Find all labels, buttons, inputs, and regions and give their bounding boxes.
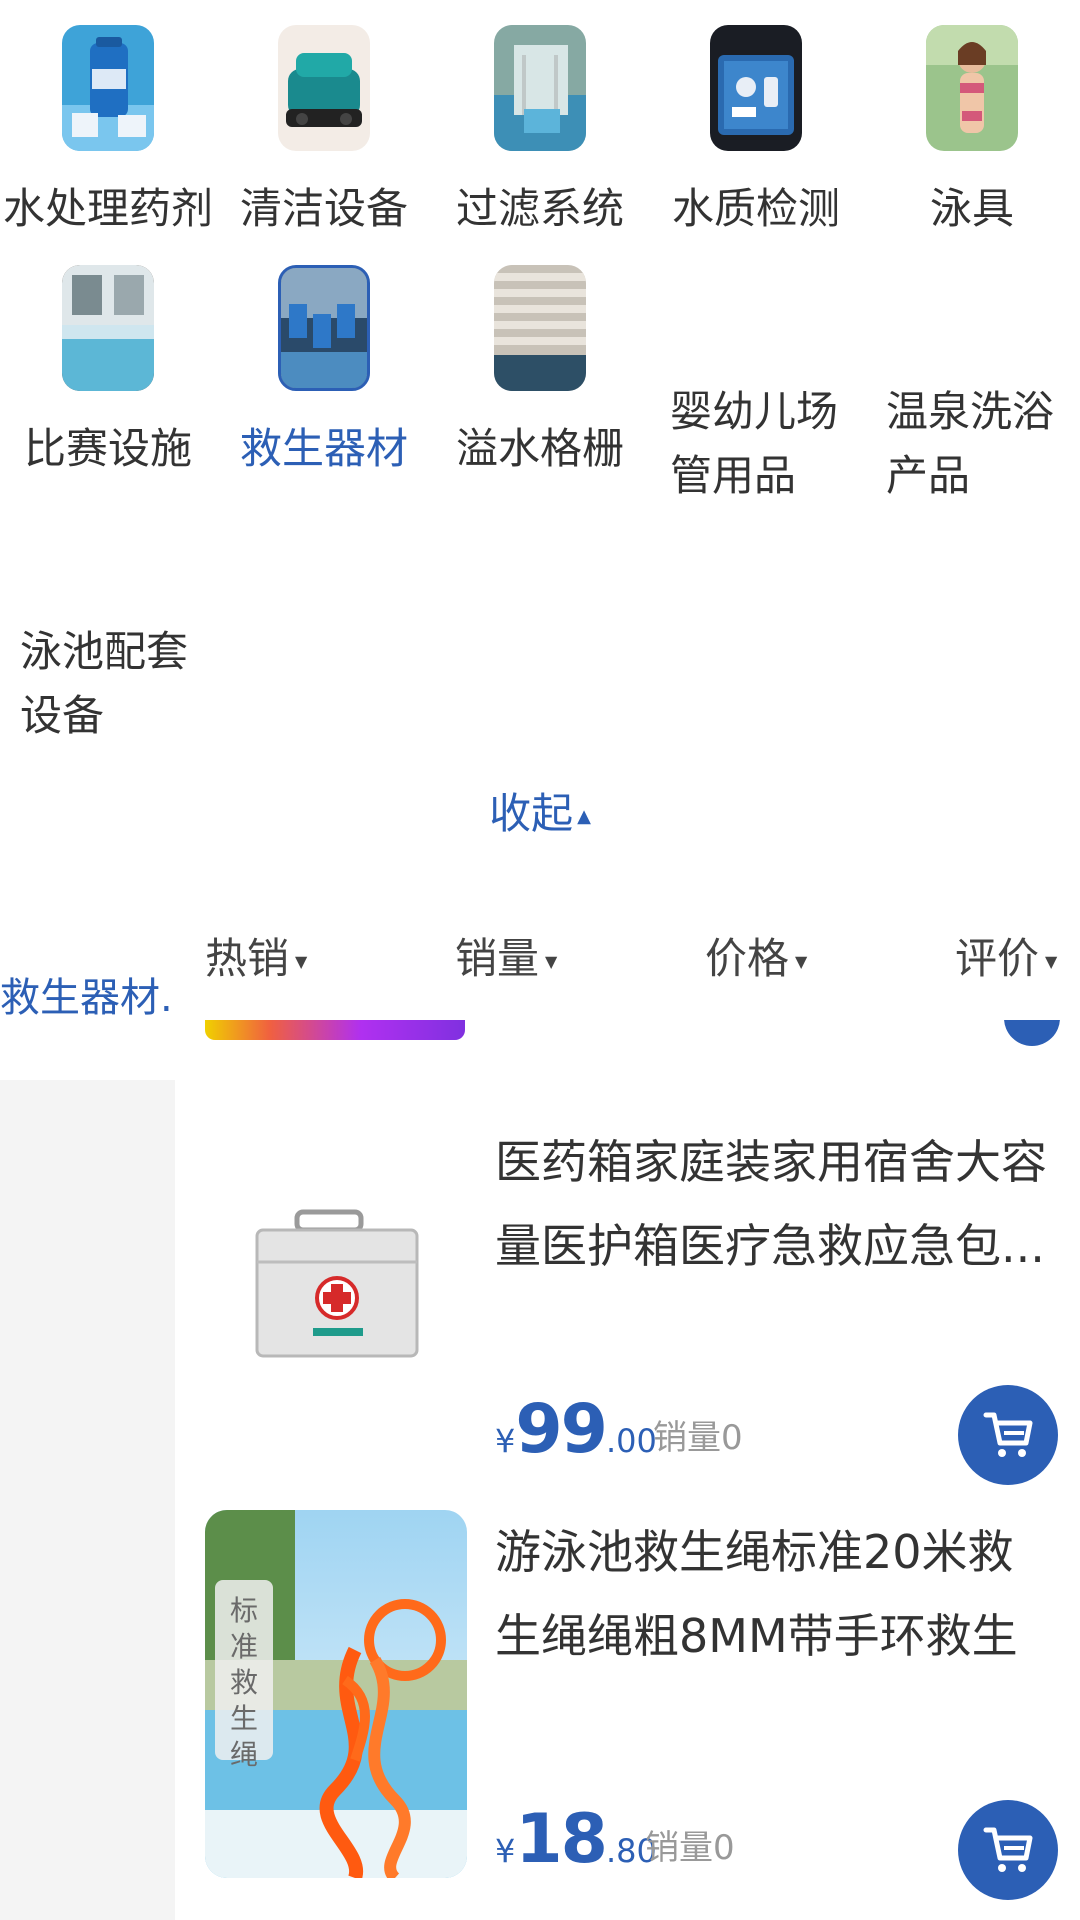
cart-button-partial[interactable]	[1004, 1020, 1060, 1046]
product-item[interactable]: 医药箱家庭装家用宿舍大容量医护箱医疗急救应急包... ¥99.00 销量0	[175, 1090, 1080, 1485]
sort-bar: 救生器材... 热销 ▼ 销量 ▼ 价格 ▼ 评价 ▼	[0, 905, 1080, 1035]
cart-icon	[983, 1827, 1033, 1872]
category-pool-equipment[interactable]: 泳池配套设备	[10, 620, 226, 748]
category-competition[interactable]: 比赛设施	[0, 265, 216, 473]
category-filter[interactable]: 过滤系统	[432, 25, 648, 233]
category-lifesaving[interactable]: 救生器材	[216, 265, 432, 473]
current-category-label[interactable]: 救生器材...	[0, 965, 170, 1023]
price-decimal: .00	[606, 1422, 657, 1460]
chevron-up-icon: ▲	[577, 806, 591, 827]
svg-text:准: 准	[230, 1630, 258, 1663]
category-label: 温泉洗浴产品	[886, 387, 1055, 500]
caret-down-icon: ▼	[795, 952, 808, 971]
sort-sales[interactable]: 销量 ▼	[455, 925, 557, 986]
category-water-treatment[interactable]: 水处理药剂	[0, 25, 216, 233]
category-label: 溢水格栅	[455, 424, 624, 473]
category-label: 水质检测	[671, 184, 840, 233]
lifeguard-chair-icon	[278, 265, 370, 391]
category-hot-spring[interactable]: 温泉洗浴产品	[876, 380, 1080, 508]
sort-hot[interactable]: 热销 ▼	[205, 925, 307, 986]
sort-label: 价格	[705, 934, 790, 983]
svg-text:救: 救	[230, 1666, 258, 1699]
product-promo-banner	[205, 1020, 465, 1040]
collapse-label: 收起	[489, 789, 574, 838]
product-sales: 销量0	[645, 1828, 735, 1868]
category-label: 过滤系统	[455, 184, 624, 233]
category-grid: 水处理药剂 清洁设备 过滤系统 水质检测 泳具 比赛设施 救生器材 溢水格栅 婴…	[0, 0, 1080, 780]
category-swimwear[interactable]: 泳具	[864, 25, 1080, 233]
product-title: 医药箱家庭装家用宿舍大容量医护箱医疗急救应急包...	[495, 1135, 1047, 1273]
product-price: ¥99.00	[495, 1390, 657, 1469]
water-quality-test-kit-icon	[710, 25, 802, 151]
svg-text:生: 生	[230, 1702, 258, 1735]
product-item[interactable]: 标 准 救 生 绳 游泳池救生绳标准20米救生绳绳粗8MM带手环救生设... ¥…	[175, 1510, 1080, 1900]
category-label: 泳具	[929, 184, 1014, 233]
category-label: 水处理药剂	[2, 184, 213, 233]
category-side-panel	[0, 1080, 175, 1920]
category-label: 清洁设备	[239, 184, 408, 233]
collapse-button[interactable]: 收起 ▲	[0, 780, 1080, 850]
sort-price[interactable]: 价格 ▼	[705, 925, 807, 986]
product-title: 游泳池救生绳标准20米救生绳绳粗8MM带手环救生设...	[495, 1525, 1018, 1663]
category-label: 泳池配套设备	[20, 627, 189, 740]
price-symbol: ¥	[495, 1832, 516, 1870]
price-symbol: ¥	[495, 1422, 516, 1460]
category-cleaning[interactable]: 清洁设备	[216, 25, 432, 233]
sort-label: 热销	[205, 934, 290, 983]
pool-cleaner-robot-icon	[278, 25, 370, 151]
add-to-cart-button[interactable]	[958, 1385, 1058, 1485]
category-label: 比赛设施	[23, 424, 192, 473]
category-overflow-grating[interactable]: 溢水格栅	[432, 265, 648, 473]
caret-down-icon: ▼	[295, 952, 308, 971]
sort-label: 销量	[455, 934, 540, 983]
price-integer: 18	[515, 1800, 608, 1879]
svg-text:标: 标	[230, 1594, 258, 1627]
filter-system-icon	[494, 25, 586, 151]
category-water-quality[interactable]: 水质检测	[648, 25, 864, 233]
category-label: 婴幼儿场管用品	[670, 387, 839, 500]
first-aid-box-image	[205, 1130, 467, 1430]
caret-down-icon: ▼	[1045, 952, 1058, 971]
category-label: 救生器材	[239, 424, 408, 473]
cart-icon	[983, 1412, 1033, 1457]
category-infant-supplies[interactable]: 婴幼儿场管用品	[660, 380, 876, 508]
svg-text:绳: 绳	[230, 1738, 258, 1771]
overflow-grating-icon	[494, 265, 586, 391]
product-price: ¥18.80	[495, 1800, 657, 1879]
caret-down-icon: ▼	[545, 952, 558, 971]
competition-facility-icon	[62, 265, 154, 391]
water-treatment-chemical-icon	[62, 25, 154, 151]
product-sales: 销量0	[653, 1418, 743, 1458]
sort-rating[interactable]: 评价 ▼	[955, 925, 1057, 986]
rescue-rope-image: 标 准 救 生 绳	[205, 1510, 467, 1878]
sort-label: 评价	[955, 934, 1040, 983]
product-list: 医药箱家庭装家用宿舍大容量医护箱医疗急救应急包... ¥99.00 销量0 标 …	[175, 1020, 1080, 1920]
swimwear-icon	[926, 25, 1018, 151]
price-integer: 99	[515, 1390, 608, 1469]
add-to-cart-button[interactable]	[958, 1800, 1058, 1900]
